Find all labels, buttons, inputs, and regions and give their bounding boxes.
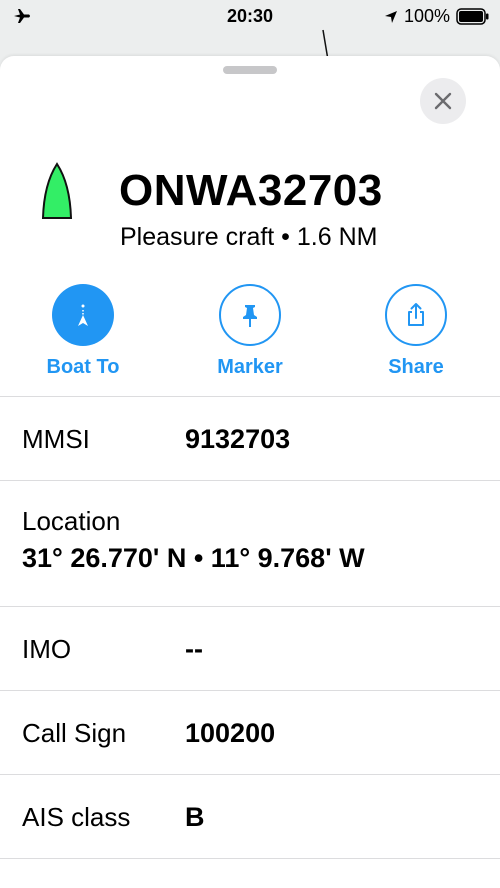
- boat-to-circle[interactable]: [52, 284, 114, 346]
- detail-row-call-sign: Call Sign 100200: [0, 690, 500, 774]
- battery-percent: 100%: [403, 6, 450, 26]
- location-label: Location: [22, 506, 121, 536]
- location-arrow-icon: [384, 10, 397, 23]
- detail-row-ais-class: AIS class B: [0, 774, 500, 858]
- boat-to-button[interactable]: Boat To: [13, 284, 153, 379]
- vessel-name: ONWA32703: [119, 166, 383, 215]
- list-divider: [0, 858, 500, 859]
- marker-button[interactable]: Marker: [180, 284, 320, 379]
- share-label: Share: [388, 356, 444, 378]
- detail-row-location: Location 31° 26.770' N • 11° 9.768' W: [0, 480, 500, 606]
- marker-circle[interactable]: [219, 284, 281, 346]
- status-right: 100%: [384, 6, 490, 27]
- sheet-grabber[interactable]: [223, 66, 277, 74]
- status-bar: 20:30 100%: [0, 0, 500, 34]
- vessel-detail-sheet: ONWA32703 Pleasure craft • 1.6 NM Boat T…: [0, 56, 500, 888]
- location-value: 31° 26.770' N • 11° 9.768' W: [22, 543, 365, 573]
- vessel-subtitle: Pleasure craft • 1.6 NM: [120, 223, 378, 251]
- boat-to-icon: [78, 304, 88, 326]
- share-circle[interactable]: [385, 284, 447, 346]
- share-button[interactable]: Share: [346, 284, 486, 379]
- share-icon: [408, 303, 424, 326]
- imo-value: --: [185, 634, 203, 664]
- imo-label: IMO: [22, 634, 72, 664]
- mmsi-label: MMSI: [22, 424, 90, 454]
- vessel-icon: [41, 162, 73, 219]
- close-button[interactable]: [420, 78, 466, 124]
- vessel-details-list: MMSI 9132703 Location 31° 26.770' N • 11…: [0, 396, 500, 859]
- mmsi-value: 9132703: [185, 424, 291, 454]
- battery-icon: [456, 8, 489, 25]
- detail-row-mmsi: MMSI 9132703: [0, 396, 500, 480]
- call-sign-label: Call Sign: [22, 718, 127, 748]
- ais-class-value: B: [185, 802, 205, 832]
- boat-to-label: Boat To: [46, 356, 120, 378]
- detail-row-imo: IMO --: [0, 606, 500, 690]
- ais-class-label: AIS class: [22, 802, 131, 832]
- close-icon: [434, 92, 452, 110]
- call-sign-value: 100200: [185, 718, 276, 748]
- pin-icon: [243, 305, 257, 327]
- marker-label: Marker: [217, 356, 283, 378]
